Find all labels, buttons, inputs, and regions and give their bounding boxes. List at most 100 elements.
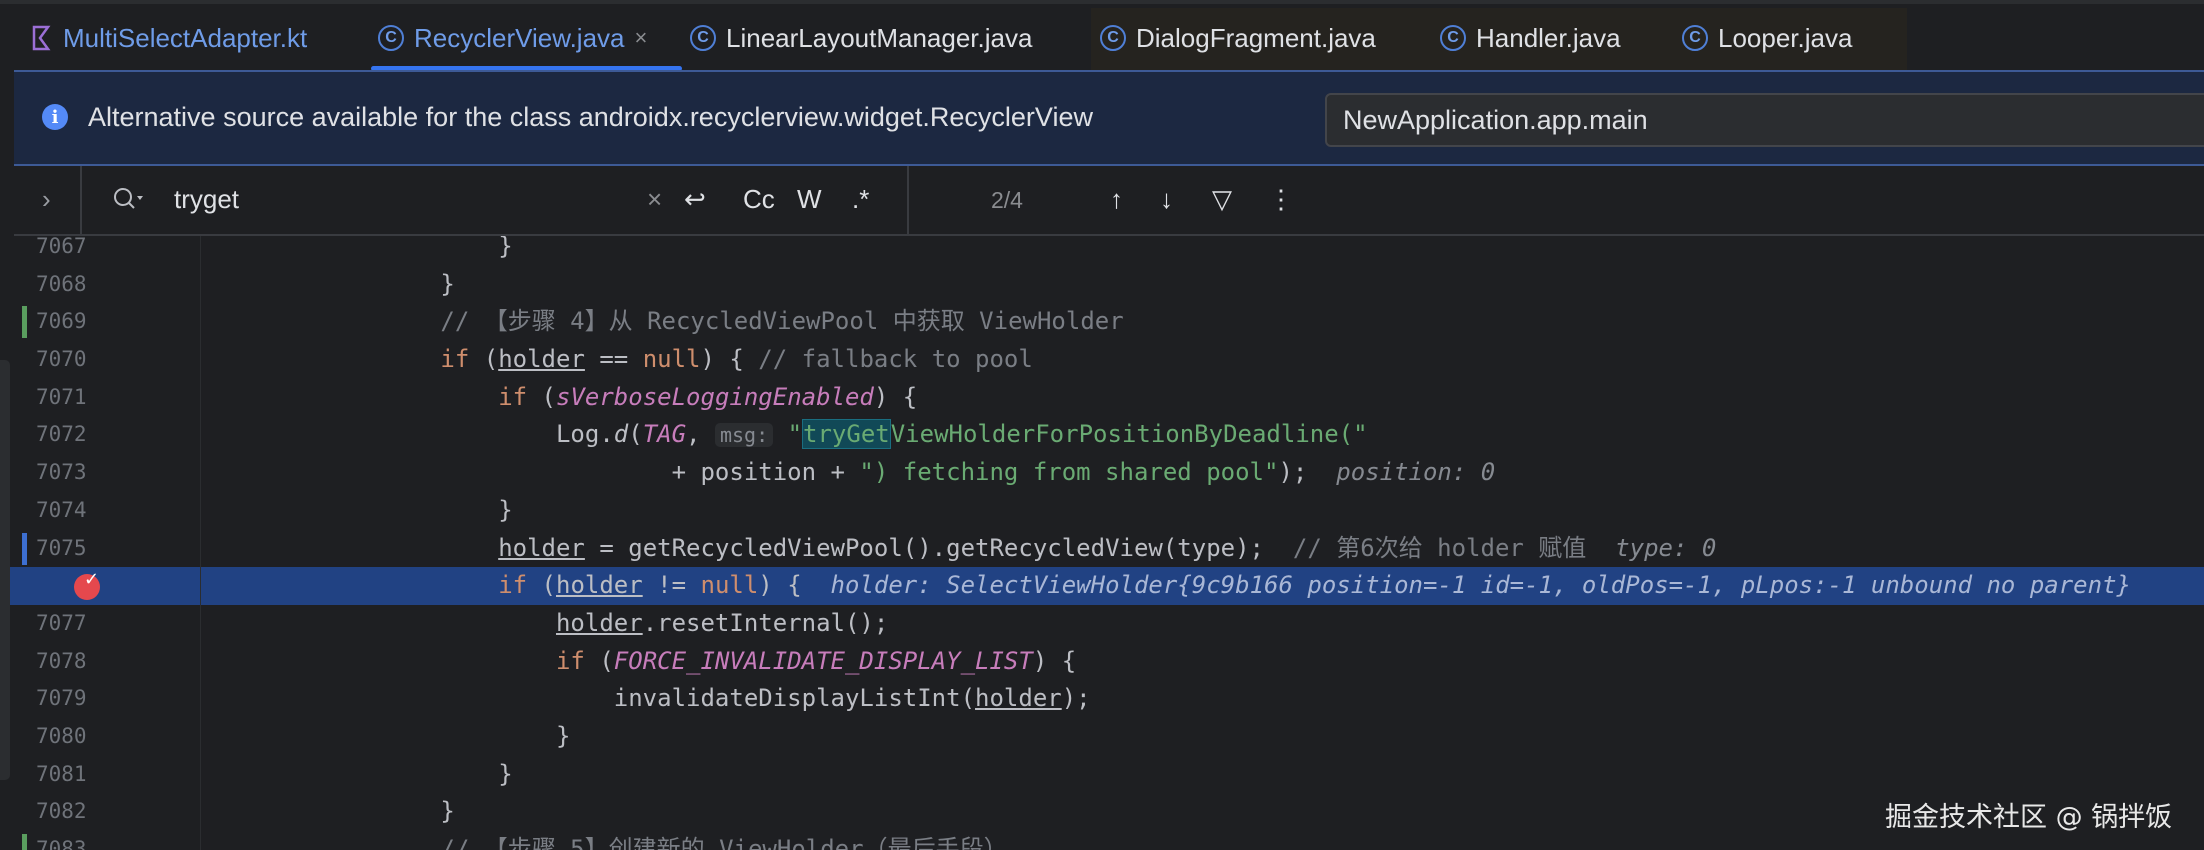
code-line[interactable]: 7069 // 【步骤 4】从 RecycledViewPool 中获取 Vie… [0, 303, 2204, 341]
next-match-icon[interactable]: ↓ [1160, 184, 1173, 215]
line-number[interactable]: 7078 [36, 643, 106, 681]
code-line[interactable]: 7073 + position + ") fetching from share… [0, 454, 2204, 492]
current-execution-line[interactable]: ✓ if (holder != null) { holder: SelectVi… [0, 567, 2204, 605]
close-tab-icon[interactable]: × [635, 25, 648, 51]
java-class-icon: C [1440, 25, 1466, 51]
kotlin-file-icon [32, 25, 51, 51]
code-line[interactable]: 7074 } [0, 492, 2204, 530]
code-line[interactable]: 7082 } [0, 793, 2204, 831]
tab-label: LinearLayoutManager.java [726, 22, 1033, 53]
code-token: } [440, 269, 455, 298]
code-token: Log. [555, 420, 614, 449]
newline-icon[interactable]: ↩ [684, 184, 706, 215]
line-number[interactable]: 7068 [36, 266, 106, 304]
alternative-source-banner: i Alternative source available for the c… [14, 70, 2204, 166]
code-line[interactable]: 7068 } [0, 266, 2204, 304]
code-token: ) { [700, 345, 759, 374]
tab-handler[interactable]: C Handler.java [1440, 18, 1621, 58]
match-case-button[interactable]: Cc [743, 184, 775, 215]
code-token: } [440, 797, 455, 826]
more-options-icon[interactable]: ⋮ [1268, 184, 1294, 215]
expand-replace-chevron-icon[interactable]: › [42, 184, 51, 215]
line-number[interactable]: 7069 [36, 303, 106, 341]
regex-button[interactable]: .* [852, 184, 869, 215]
line-number[interactable]: 7070 [36, 341, 106, 379]
code-token: if [498, 571, 528, 600]
code-token: holder [556, 571, 643, 600]
code-token: ( [469, 345, 499, 374]
line-number[interactable]: 7067 [36, 236, 106, 266]
line-number[interactable]: 7082 [36, 793, 106, 831]
code-token: invalidateDisplayListInt( [613, 684, 976, 713]
watermark: 掘金技术社区 @ 锅拌饭 [1885, 802, 2173, 833]
code-line[interactable]: 7078 if (FORCE_INVALIDATE_DISPLAY_LIST) … [0, 643, 2204, 681]
code-line[interactable]: 7077 holder.resetInternal(); [0, 605, 2204, 643]
code-token: ) { [873, 382, 918, 411]
code-line[interactable]: 7079 invalidateDisplayListInt(holder); [0, 680, 2204, 718]
debug-inline-value: position: 0 [1307, 458, 1496, 487]
source-text: if (holder != null) { holder: SelectView… [267, 567, 2131, 605]
module-select[interactable]: NewApplication.app.main [1325, 93, 2204, 147]
source-text: holder.resetInternal(); [267, 605, 888, 643]
tab-linearlayoutmanager[interactable]: C LinearLayoutManager.java [690, 18, 1032, 58]
line-number[interactable]: 7077 [36, 605, 106, 643]
line-number[interactable]: 7080 [36, 718, 106, 756]
tab-multiselectadapter[interactable]: MultiSelectAdapter.kt [31, 18, 307, 58]
left-scrollbar[interactable] [0, 360, 10, 780]
java-class-icon: C [690, 25, 716, 51]
line-number[interactable]: 7072 [36, 416, 106, 454]
tab-looper[interactable]: C Looper.java [1682, 18, 1852, 58]
code-token: ( [584, 646, 614, 675]
code-line[interactable]: 7067 } [0, 236, 2204, 266]
previous-match-icon[interactable]: ↑ [1110, 184, 1123, 215]
change-marker[interactable] [22, 306, 27, 339]
code-editor[interactable]: 7067 } 7068 } 7069 // 【步骤 4】从 RecycledView… [0, 236, 2204, 850]
line-number[interactable]: 7079 [36, 680, 106, 718]
code-line[interactable]: 7080 } [0, 718, 2204, 756]
code-token: ) { [1032, 646, 1077, 675]
debug-inline-value: holder: SelectViewHolder{9c9b166 positio… [830, 571, 2131, 600]
source-text: } [267, 793, 455, 831]
check-icon: ✓ [84, 569, 100, 591]
whole-words-button[interactable]: W [797, 184, 822, 215]
line-number[interactable]: 7073 [36, 454, 106, 492]
code-token: } [498, 236, 513, 260]
clear-search-icon[interactable]: × [647, 184, 662, 215]
tab-recyclerview[interactable]: C RecyclerView.java × [378, 18, 647, 58]
code-line[interactable]: 7071 if (sVerboseLoggingEnabled) { [0, 379, 2204, 417]
change-marker[interactable] [22, 532, 27, 565]
code-line[interactable]: 7072 Log.d(TAG, msg: "tryGetViewHolderFo… [0, 416, 2204, 454]
banner-message: Alternative source available for the cla… [88, 102, 1093, 132]
search-match: tryGet [802, 419, 891, 450]
code-token: sVerboseLoggingEnabled [556, 382, 874, 411]
line-number[interactable]: 7071 [36, 379, 106, 417]
code-line[interactable]: 7075 holder = getRecycledViewPool().getR… [0, 530, 2204, 568]
code-token: + position + [671, 458, 860, 487]
source-text: if (sVerboseLoggingEnabled) { [267, 379, 917, 417]
code-token: if [498, 382, 528, 411]
code-line[interactable]: 7070 if (holder == null) { // fallback t… [0, 341, 2204, 379]
source-text: // 【步骤 4】从 RecycledViewPool 中获取 ViewHold… [267, 303, 1123, 341]
tab-label: RecyclerView.java [414, 22, 625, 53]
tab-label: Looper.java [1718, 22, 1853, 53]
line-number[interactable]: 7081 [36, 756, 106, 794]
line-number[interactable]: 7083 [36, 831, 106, 850]
line-number[interactable]: 7074 [36, 492, 106, 530]
source-text: } [267, 718, 570, 756]
code-line[interactable]: 7081 } [0, 756, 2204, 794]
code-token: ( [527, 382, 556, 411]
tab-label: Handler.java [1476, 22, 1621, 53]
change-marker[interactable] [22, 834, 27, 850]
search-input[interactable]: tryget [174, 184, 239, 215]
filter-icon[interactable]: ▽ [1212, 184, 1232, 215]
source-text: if (FORCE_INVALIDATE_DISPLAY_LIST) { [267, 643, 1076, 681]
search-history-icon[interactable] [112, 186, 146, 214]
code-token: , [686, 420, 715, 449]
breakpoint-icon[interactable]: ✓ [74, 569, 100, 601]
source-text: } [267, 236, 513, 266]
tab-dialogfragment[interactable]: C DialogFragment.java [1100, 18, 1376, 58]
code-token: ") fetching from shared pool" [859, 458, 1279, 487]
code-line[interactable]: 7083 // 【步骤 5】创建新的 ViewHolder（最后手段） [0, 831, 2204, 850]
debug-inline-value: type: 0 [1586, 533, 1717, 562]
source-text: if (holder == null) { // fallback to poo… [267, 341, 1032, 379]
